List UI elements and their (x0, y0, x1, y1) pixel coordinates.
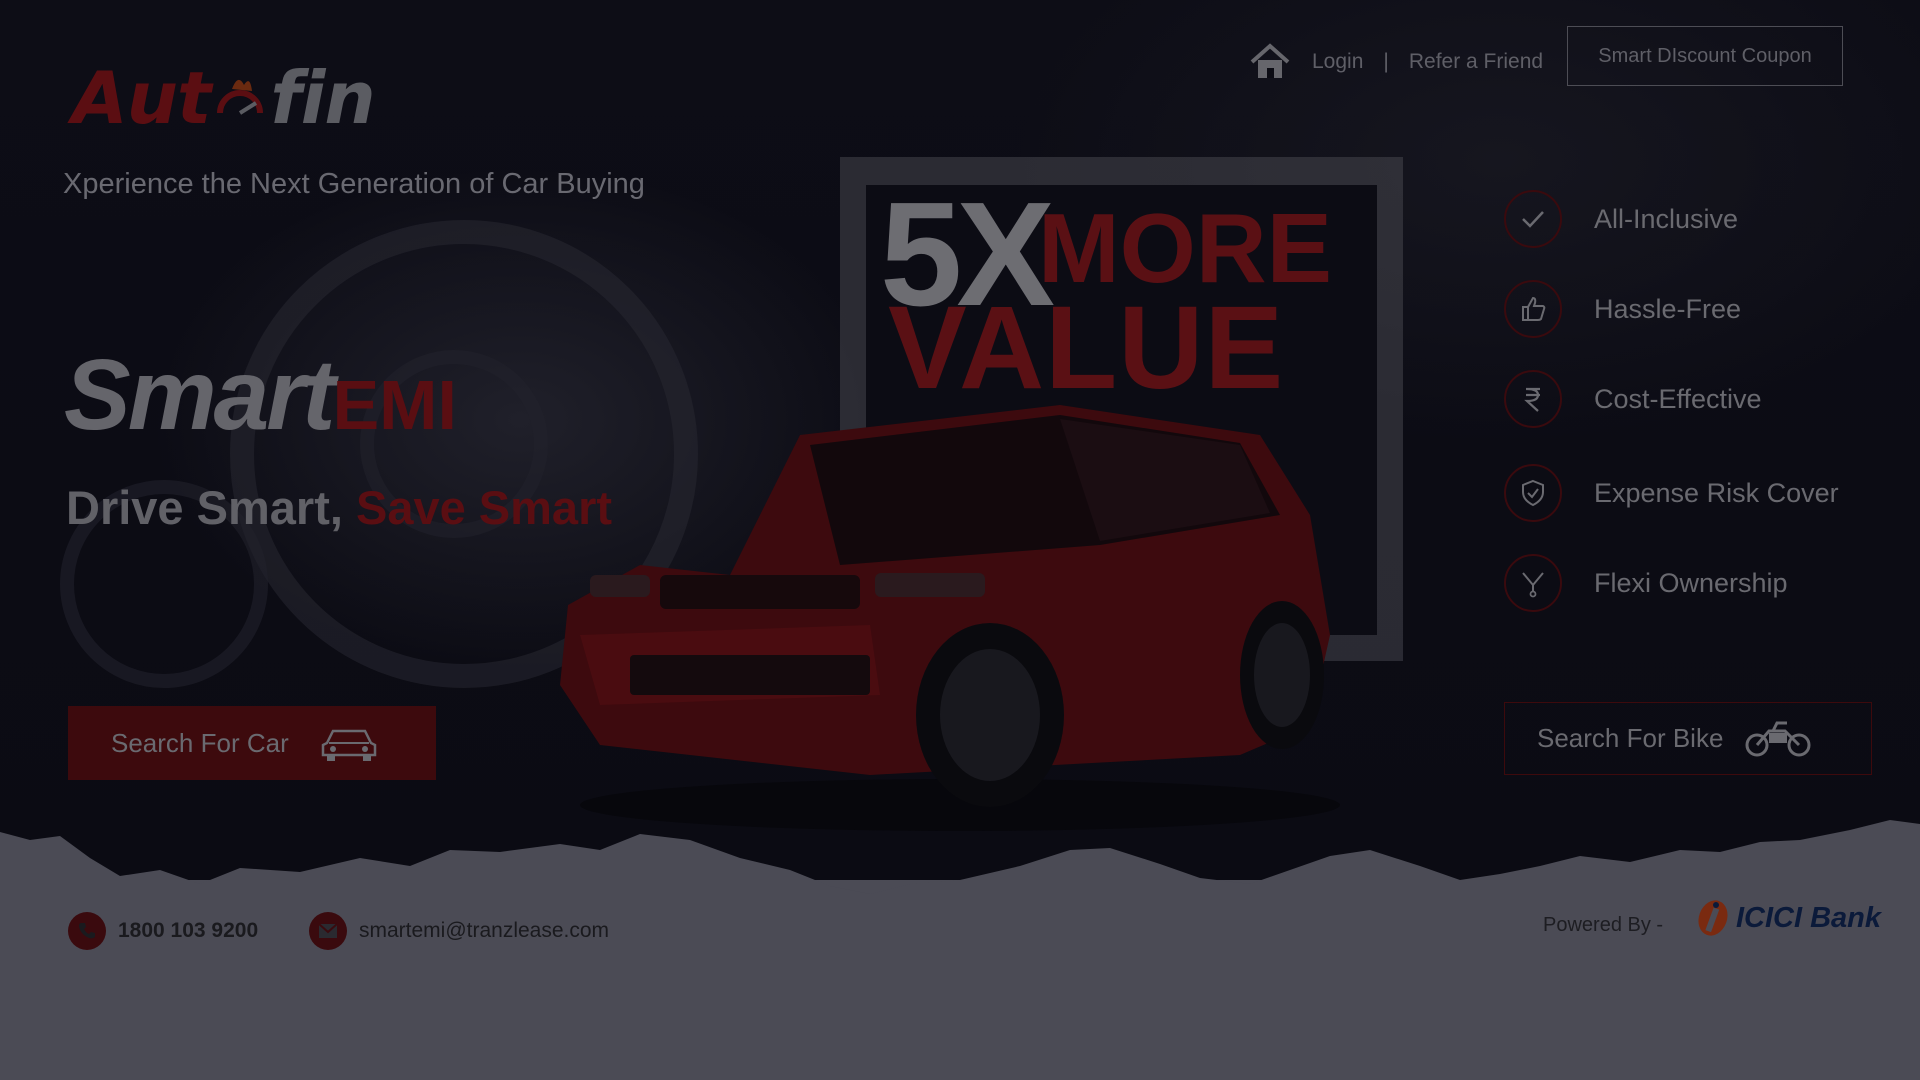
smart-emi-title: SmartEMI (64, 340, 457, 479)
feature-item: Flexi Ownership (1504, 554, 1788, 612)
rupee-icon (1504, 370, 1562, 428)
tagline: Xperience the Next Generation of Car Buy… (63, 168, 645, 200)
car-icon (321, 729, 376, 761)
email-address: smartemi@tranzlease.com (359, 919, 610, 942)
email-contact[interactable]: smartemi@tranzlease.com (309, 912, 609, 950)
search-for-bike-button[interactable]: Search For Bike (1504, 702, 1872, 775)
phone-icon (68, 912, 106, 950)
icici-bank-logo: ICICI Bank (1694, 898, 1881, 938)
search-for-bike-label: Search For Bike (1537, 723, 1724, 753)
refer-friend-link[interactable]: Refer a Friend (1409, 50, 1543, 74)
smart-discount-coupon-button[interactable]: Smart DIscount Coupon (1567, 26, 1843, 86)
autofin-logo[interactable]: Aut fin (72, 56, 376, 140)
speedometer-flame-icon (217, 79, 264, 115)
feature-label: Expense Risk Cover (1594, 477, 1839, 508)
bank-name: ICICI Bank (1736, 901, 1882, 934)
title-smart: Smart (64, 339, 335, 451)
nav-separator: | (1383, 50, 1389, 73)
search-for-car-label: Search For Car (111, 727, 289, 758)
title-emi: EMI (332, 366, 457, 444)
top-nav: Login | Refer a Friend (1248, 40, 1543, 84)
feature-item: All-Inclusive (1504, 190, 1738, 248)
branch-icon (1504, 554, 1562, 612)
powered-by-label: Powered By - (1543, 914, 1664, 936)
feature-label: Hassle-Free (1594, 293, 1742, 324)
phone-number: 1800 103 9200 (118, 919, 259, 942)
motorbike-icon (1745, 721, 1811, 756)
feature-label: Cost-Effective (1594, 383, 1762, 414)
login-link[interactable]: Login (1312, 50, 1363, 74)
phone-contact[interactable]: 1800 103 9200 (68, 912, 258, 950)
check-icon (1504, 190, 1562, 248)
home-icon[interactable] (1248, 42, 1292, 82)
mail-icon (309, 912, 347, 950)
feature-label: All-Inclusive (1594, 203, 1739, 234)
feature-item: Hassle-Free (1504, 280, 1741, 338)
icici-emblem-icon (1698, 900, 1728, 936)
subtitle-drive-smart: Drive Smart, (66, 481, 343, 534)
logo-text-fin: fin (270, 56, 375, 140)
feature-label: Flexi Ownership (1594, 567, 1788, 598)
hero-subtitle: Drive Smart, Save Smart (66, 480, 612, 535)
thumbs-up-icon (1504, 280, 1562, 338)
promo-value-text: VALUE (888, 282, 1285, 414)
feature-item: Cost-Effective (1504, 370, 1762, 428)
shield-icon (1504, 464, 1562, 522)
logo-text-aut: Aut (72, 56, 211, 140)
feature-item: Expense Risk Cover (1504, 464, 1839, 522)
search-for-car-button[interactable]: Search For Car (68, 706, 436, 780)
page: Aut fin Xperience the Next Generation of… (0, 0, 1920, 1080)
red-suv-image (560, 405, 1340, 831)
